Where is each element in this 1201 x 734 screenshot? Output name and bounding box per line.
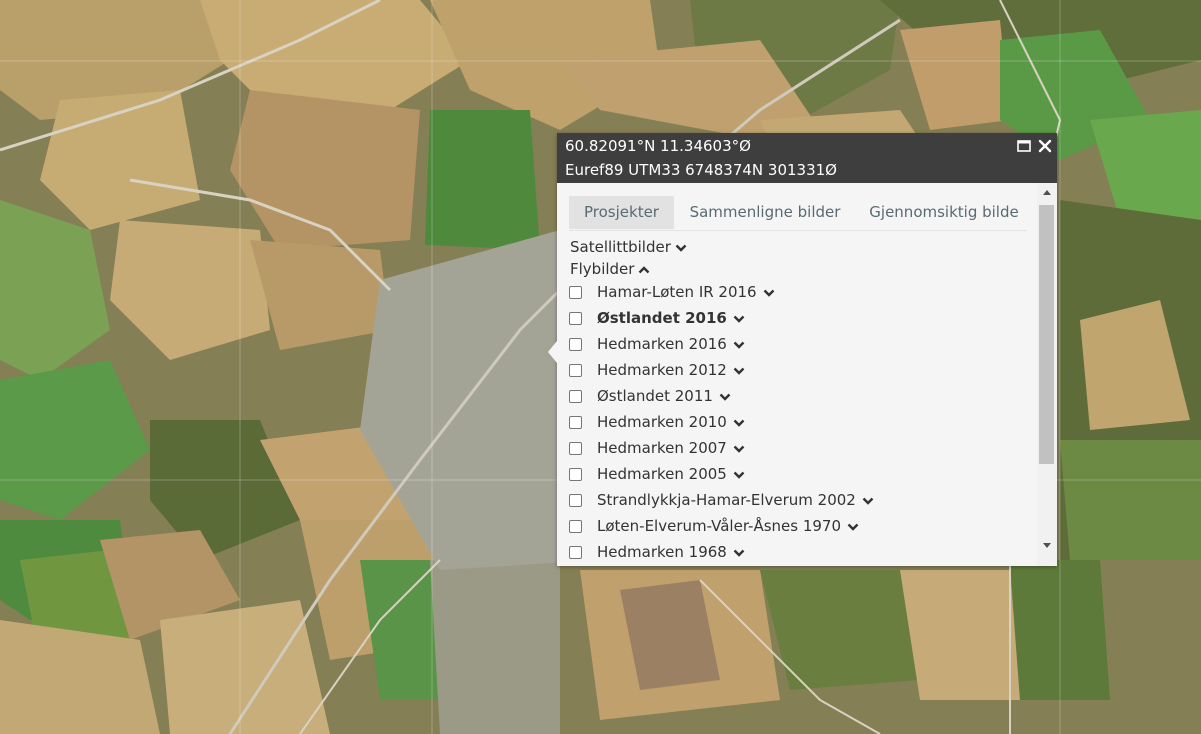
layer-checkbox[interactable] (569, 520, 582, 533)
group-label: Flybilder (570, 260, 635, 278)
list-item-label[interactable]: Hedmarken 2010 (597, 413, 727, 431)
maximize-button[interactable] (1015, 137, 1033, 155)
layer-checkbox[interactable] (569, 468, 582, 481)
coordinate-text: 60.82091°N 11.34603°Ø (565, 137, 751, 155)
scroll-down-arrow-icon[interactable] (1043, 543, 1051, 548)
utm-coordinate-text: Euref89 UTM33 6748374N 301331Ø (565, 161, 837, 179)
layer-checkbox[interactable] (569, 286, 582, 299)
map-popup: 60.82091°N 11.34603°Ø Euref89 UTM33 6748… (548, 133, 1057, 566)
chevron-down-icon (675, 244, 687, 252)
layer-checkbox[interactable] (569, 416, 582, 429)
list-item[interactable]: Hedmarken 1968 (569, 541, 1009, 566)
list-item[interactable]: Strandlykkja-Hamar-Elverum 2002 (569, 489, 1009, 515)
scrollbar-thumb[interactable] (1039, 205, 1054, 464)
list-item[interactable]: Løten-Elverum-Våler-Åsnes 1970 (569, 515, 1009, 541)
chevron-up-icon (639, 265, 650, 273)
list-item-label[interactable]: Østlandet 2016 (597, 309, 727, 327)
chevron-down-icon[interactable] (719, 392, 731, 402)
layer-checkbox[interactable] (569, 390, 582, 403)
chevron-down-icon[interactable] (733, 314, 745, 324)
chevron-down-icon[interactable] (862, 496, 874, 506)
list-item-label[interactable]: Hedmarken 2016 (597, 335, 727, 353)
group-label: Satellittbilder (570, 238, 671, 256)
chevron-down-icon[interactable] (733, 470, 745, 480)
popup-pointer (548, 341, 557, 363)
list-item[interactable]: Hedmarken 2010 (569, 411, 1009, 437)
list-item[interactable]: Hedmarken 2005 (569, 463, 1009, 489)
list-item[interactable]: Hedmarken 2012 (569, 359, 1009, 385)
group-flybilder[interactable]: Flybilder (570, 260, 650, 278)
list-item[interactable]: Østlandet 2011 (569, 385, 1009, 411)
list-item-label[interactable]: Hedmarken 2005 (597, 465, 727, 483)
list-item[interactable]: Hamar-Løten IR 2016 (569, 281, 1009, 307)
popup-header: 60.82091°N 11.34603°Ø Euref89 UTM33 6748… (557, 133, 1057, 183)
tab-sammenligne-bilder[interactable]: Sammenligne bilder (680, 196, 850, 229)
list-item[interactable]: Hedmarken 2016 (569, 333, 1009, 359)
list-item-label[interactable]: Hedmarken 2012 (597, 361, 727, 379)
tab-bar: Prosjekter Sammenligne bilder Gjennomsik… (569, 196, 1027, 231)
list-item-label[interactable]: Strandlykkja-Hamar-Elverum 2002 (597, 491, 856, 509)
layer-checkbox[interactable] (569, 364, 582, 377)
project-list: Hamar-Løten IR 2016 Østlandet 2016 Hedmark… (557, 281, 1037, 566)
layer-checkbox[interactable] (569, 338, 582, 351)
chevron-down-icon[interactable] (733, 418, 745, 428)
scrollbar[interactable] (1037, 183, 1057, 566)
chevron-down-icon[interactable] (733, 340, 745, 350)
popup-body: Prosjekter Sammenligne bilder Gjennomsik… (557, 183, 1037, 566)
layer-checkbox[interactable] (569, 494, 582, 507)
group-satellittbilder[interactable]: Satellittbilder (570, 238, 687, 256)
chevron-down-icon[interactable] (733, 444, 745, 454)
list-item-label[interactable]: Hedmarken 2007 (597, 439, 727, 457)
list-item[interactable]: Hedmarken 2007 (569, 437, 1009, 463)
layer-checkbox[interactable] (569, 442, 582, 455)
chevron-down-icon[interactable] (733, 366, 745, 376)
layer-checkbox[interactable] (569, 546, 582, 559)
list-item-label[interactable]: Hamar-Løten IR 2016 (597, 283, 757, 301)
close-button[interactable] (1036, 137, 1054, 155)
chevron-down-icon[interactable] (847, 522, 859, 532)
list-item-label[interactable]: Hedmarken 1968 (597, 543, 727, 561)
list-item-label[interactable]: Løten-Elverum-Våler-Åsnes 1970 (597, 517, 841, 535)
close-icon (1038, 139, 1052, 153)
chevron-down-icon[interactable] (763, 288, 775, 298)
list-item[interactable]: Østlandet 2016 (569, 307, 1009, 333)
tab-prosjekter[interactable]: Prosjekter (569, 196, 674, 229)
tab-gjennomsiktig-bilde[interactable]: Gjennomsiktig bilde (861, 196, 1027, 229)
layer-checkbox[interactable] (569, 312, 582, 325)
chevron-down-icon[interactable] (733, 548, 745, 558)
scroll-up-arrow-icon[interactable] (1043, 190, 1051, 195)
maximize-icon (1017, 140, 1031, 152)
list-item-label[interactable]: Østlandet 2011 (597, 387, 713, 405)
